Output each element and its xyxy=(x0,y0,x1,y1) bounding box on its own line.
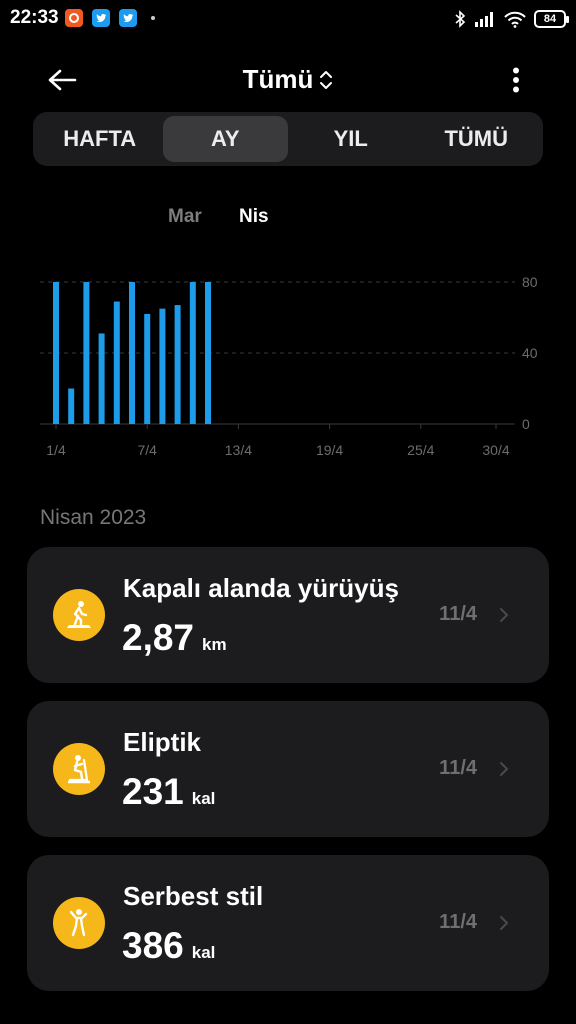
app-header: Tümü xyxy=(0,52,576,106)
status-time: 22:33 xyxy=(10,7,59,28)
month-selector: Mar Nis xyxy=(0,206,576,232)
tab-ay[interactable]: AY xyxy=(162,116,288,162)
activity-card[interactable]: Eliptik 231 kal 11/4 xyxy=(27,701,549,837)
x-tick-label: 1/4 xyxy=(46,442,66,458)
y-tick-label: 0 xyxy=(522,416,530,432)
activity-date: 11/4 xyxy=(439,911,477,933)
tab-tumu[interactable]: TÜMÜ xyxy=(414,116,540,162)
month-current[interactable]: Nis xyxy=(239,206,269,228)
chart-bar[interactable] xyxy=(205,282,211,424)
activity-value: 231 xyxy=(122,771,184,812)
activity-unit: kal xyxy=(191,943,216,962)
freestyle-icon xyxy=(53,897,105,949)
app-notification-icon xyxy=(65,9,83,27)
page-title: Tümü xyxy=(242,64,314,94)
chart-bar[interactable] xyxy=(53,282,59,424)
activity-name: Serbest stil xyxy=(123,881,264,911)
x-tick-label: 30/4 xyxy=(482,442,509,458)
activity-stat: 2,87 km xyxy=(122,617,227,659)
chart-bar[interactable] xyxy=(68,388,75,425)
battery-icon: 84 xyxy=(534,10,569,28)
month-previous[interactable]: Mar xyxy=(168,206,202,228)
y-tick-label: 40 xyxy=(522,345,538,361)
period-tabs: HAFTA AY YIL TÜMÜ xyxy=(33,112,543,166)
chevron-right-icon xyxy=(500,762,508,776)
more-notifications-dot xyxy=(151,16,155,20)
more-vertical-icon xyxy=(513,67,519,93)
activity-unit: km xyxy=(202,635,227,654)
bluetooth-icon xyxy=(455,10,466,28)
activity-stat: 231 kal xyxy=(122,771,215,813)
x-tick-label: 25/4 xyxy=(407,442,434,458)
chart-bar[interactable] xyxy=(129,282,135,424)
chevron-updown-icon xyxy=(320,70,333,89)
chevron-right-icon xyxy=(500,608,508,622)
chevron-right-icon xyxy=(500,916,508,930)
system-icons: 84 xyxy=(454,8,569,30)
elliptical-icon xyxy=(53,743,105,795)
twitter-icon xyxy=(119,9,137,27)
twitter-icon xyxy=(92,9,110,27)
tab-yil[interactable]: YIL xyxy=(288,116,414,162)
status-bar: 22:33 84 xyxy=(0,0,576,40)
walking-icon xyxy=(53,589,105,641)
chart-bar[interactable] xyxy=(144,313,151,424)
activity-value: 386 xyxy=(122,925,184,966)
activity-date: 11/4 xyxy=(439,757,477,779)
tab-hafta[interactable]: HAFTA xyxy=(37,116,163,162)
activity-stat: 386 kal xyxy=(122,925,215,967)
x-tick-label: 13/4 xyxy=(225,442,252,458)
section-title: Nisan 2023 xyxy=(40,506,147,529)
x-tick-label: 19/4 xyxy=(316,442,343,458)
activity-value: 2,87 xyxy=(122,617,195,658)
activity-unit: kal xyxy=(191,789,216,808)
activity-card[interactable]: Kapalı alanda yürüyüş 2,87 km 11/4 xyxy=(27,547,549,683)
battery-level: 84 xyxy=(543,13,557,25)
chart-bar[interactable] xyxy=(159,308,166,424)
signal-icon xyxy=(475,12,493,27)
x-tick-label: 7/4 xyxy=(137,442,157,458)
activity-name: Eliptik xyxy=(123,727,202,757)
chart-bar[interactable] xyxy=(83,282,90,424)
more-button[interactable] xyxy=(496,60,536,100)
chart-bar[interactable] xyxy=(113,301,120,424)
chart-bar[interactable] xyxy=(98,333,105,424)
chart-bar[interactable] xyxy=(174,305,181,424)
activity-bar-chart: 0 40 80 1/4 7/4 13/4 19/4 25/4 30/4 xyxy=(40,274,538,458)
activity-name: Kapalı alanda yürüyüş xyxy=(123,573,399,603)
activity-card[interactable]: Serbest stil 386 kal 11/4 xyxy=(27,855,549,991)
chart-bar[interactable] xyxy=(189,282,196,424)
y-tick-label: 80 xyxy=(522,274,538,290)
wifi-icon xyxy=(504,11,526,28)
activity-date: 11/4 xyxy=(439,603,477,625)
title-dropdown[interactable]: Tümü xyxy=(0,64,576,95)
